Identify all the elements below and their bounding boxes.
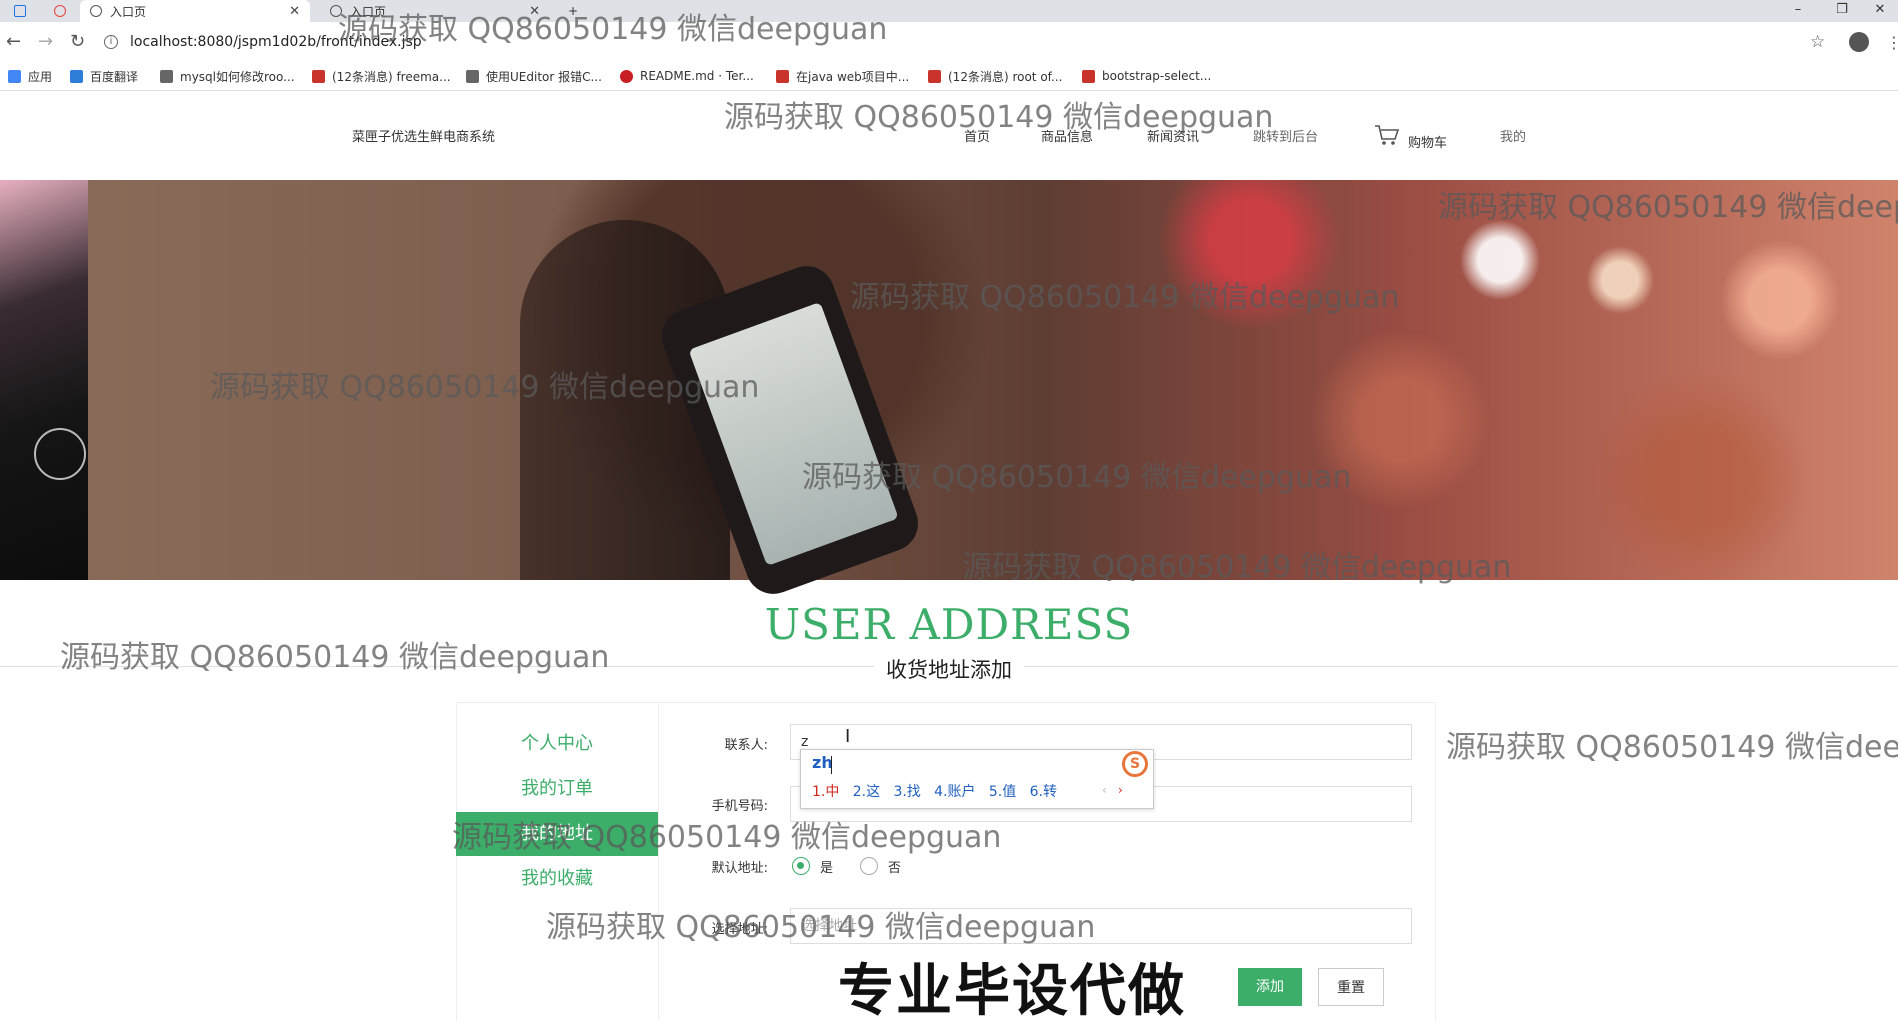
- tab-title: 入口页: [110, 4, 147, 19]
- ime-candidate[interactable]: 4.账户: [934, 784, 975, 800]
- address-label: 选择地址:: [711, 922, 768, 937]
- reload-icon[interactable]: ↻: [70, 31, 85, 53]
- add-button[interactable]: 添加: [1238, 968, 1302, 1006]
- profile-avatar-icon[interactable]: [1849, 32, 1869, 52]
- phone-label: 手机号码:: [711, 799, 768, 814]
- new-tab-button[interactable]: +: [568, 0, 588, 22]
- bookmark-page-icon: [1082, 69, 1095, 83]
- csdn-icon: [312, 69, 325, 83]
- default-yes-label[interactable]: 是: [820, 857, 833, 876]
- bookmark-item[interactable]: mysql如何修改roo...: [160, 66, 295, 86]
- ime-candidate[interactable]: 2.这: [853, 784, 880, 800]
- nav-cart[interactable]: 购物车: [1408, 132, 1447, 151]
- baidu-translate-icon: [70, 69, 83, 83]
- section-title: USER ADDRESS: [764, 600, 1134, 649]
- nav-news[interactable]: 新闻资讯: [1147, 126, 1199, 145]
- bookmark-item[interactable]: (12条消息) root of...: [928, 66, 1062, 86]
- bookmark-item[interactable]: (12条消息) freema...: [312, 66, 451, 86]
- ime-candidate[interactable]: 3.找: [893, 784, 920, 800]
- close-tab-icon[interactable]: ✕: [529, 4, 540, 19]
- sidebar-item-profile[interactable]: 个人中心: [456, 722, 658, 766]
- browser-tab[interactable]: 入口页 ✕: [320, 0, 550, 22]
- tab-title: 入口页: [350, 4, 387, 19]
- csdn-icon: [776, 69, 789, 83]
- apps-grid-icon: [8, 69, 21, 83]
- bookmark-item[interactable]: README.md · Ter...: [620, 66, 754, 86]
- ime-caret: [831, 756, 832, 774]
- nav-products[interactable]: 商品信息: [1041, 126, 1093, 145]
- info-icon[interactable]: i: [104, 35, 118, 49]
- forward-arrow-icon[interactable]: →: [38, 31, 53, 53]
- bookmark-apps[interactable]: 应用: [8, 66, 52, 86]
- reset-button[interactable]: 重置: [1318, 968, 1384, 1006]
- bookmark-item[interactable]: 百度翻译: [70, 66, 138, 86]
- nav-admin[interactable]: 跳转到后台: [1253, 126, 1318, 145]
- chrome-tab-icon[interactable]: [44, 0, 74, 22]
- ime-next-icon[interactable]: ›: [1118, 783, 1123, 797]
- bookmark-star-icon[interactable]: ☆: [1810, 32, 1825, 52]
- banner-slide-edge: [0, 180, 88, 580]
- address-select-input[interactable]: [790, 908, 1412, 944]
- promo-stamp: 专业毕设代做: [838, 959, 1186, 1024]
- section-subtitle-wrap: 收货地址添加: [0, 654, 1898, 684]
- hero-banner: [0, 180, 1898, 580]
- sidebar-item-favorites[interactable]: 我的收藏: [456, 857, 658, 901]
- section-subtitle: 收货地址添加: [874, 658, 1024, 682]
- globe-icon: [330, 5, 342, 17]
- contact-label: 联系人:: [724, 738, 768, 753]
- bookmark-item[interactable]: bootstrap-select...: [1082, 66, 1211, 86]
- default-address-label: 默认地址:: [711, 861, 768, 876]
- gmail-tab-icon[interactable]: [4, 0, 34, 22]
- sidebar-item-address[interactable]: 我的地址: [456, 812, 658, 856]
- url-text: localhost:8080/jspm1d02b/front/index.jsp: [130, 34, 422, 50]
- close-tab-icon[interactable]: ✕: [289, 4, 300, 19]
- globe-icon: [90, 5, 102, 17]
- close-window-button[interactable]: ✕: [1862, 0, 1898, 22]
- watermark-text: 源码获取 QQ86050149 微信deepguan: [1446, 730, 1898, 765]
- sogou-ime-icon[interactable]: S: [1122, 751, 1148, 777]
- csdn-icon: [928, 69, 941, 83]
- minimize-button[interactable]: –: [1780, 0, 1816, 22]
- ime-candidate[interactable]: 1.中: [812, 784, 839, 800]
- bookmark-item[interactable]: 在java web项目中...: [776, 66, 909, 86]
- cart-icon[interactable]: [1374, 124, 1400, 146]
- address-bar[interactable]: i localhost:8080/jspm1d02b/front/index.j…: [104, 29, 1804, 55]
- default-no-label[interactable]: 否: [888, 857, 901, 876]
- ime-prev-icon[interactable]: ‹: [1102, 783, 1107, 797]
- sidebar-item-orders[interactable]: 我的订单: [456, 767, 658, 811]
- restore-button[interactable]: ❐: [1824, 0, 1860, 22]
- link-icon: [160, 69, 173, 83]
- bookmark-item[interactable]: 使用UEditor 报错C...: [466, 66, 602, 86]
- text-cursor-icon: I: [845, 726, 851, 747]
- browser-tab-active[interactable]: 入口页 ✕: [80, 0, 310, 22]
- ime-candidates: 1.中 2.这 3.找 4.账户 5.值 6.转: [812, 781, 1057, 801]
- default-yes-radio[interactable]: [792, 857, 810, 875]
- ime-candidate[interactable]: 6.转: [1030, 784, 1057, 800]
- ime-candidate[interactable]: 5.值: [989, 784, 1016, 800]
- ime-composition: zh: [812, 753, 833, 772]
- nav-mine[interactable]: 我的: [1500, 126, 1526, 145]
- nav-home[interactable]: 首页: [964, 126, 990, 145]
- gitee-icon: [620, 69, 633, 83]
- default-no-radio[interactable]: [860, 857, 878, 875]
- link-icon: [466, 69, 479, 83]
- site-title[interactable]: 菜匣子优选生鲜电商系统: [352, 126, 495, 145]
- menu-kebab-icon[interactable]: ⋮: [1886, 33, 1898, 52]
- back-arrow-icon[interactable]: ←: [6, 31, 21, 53]
